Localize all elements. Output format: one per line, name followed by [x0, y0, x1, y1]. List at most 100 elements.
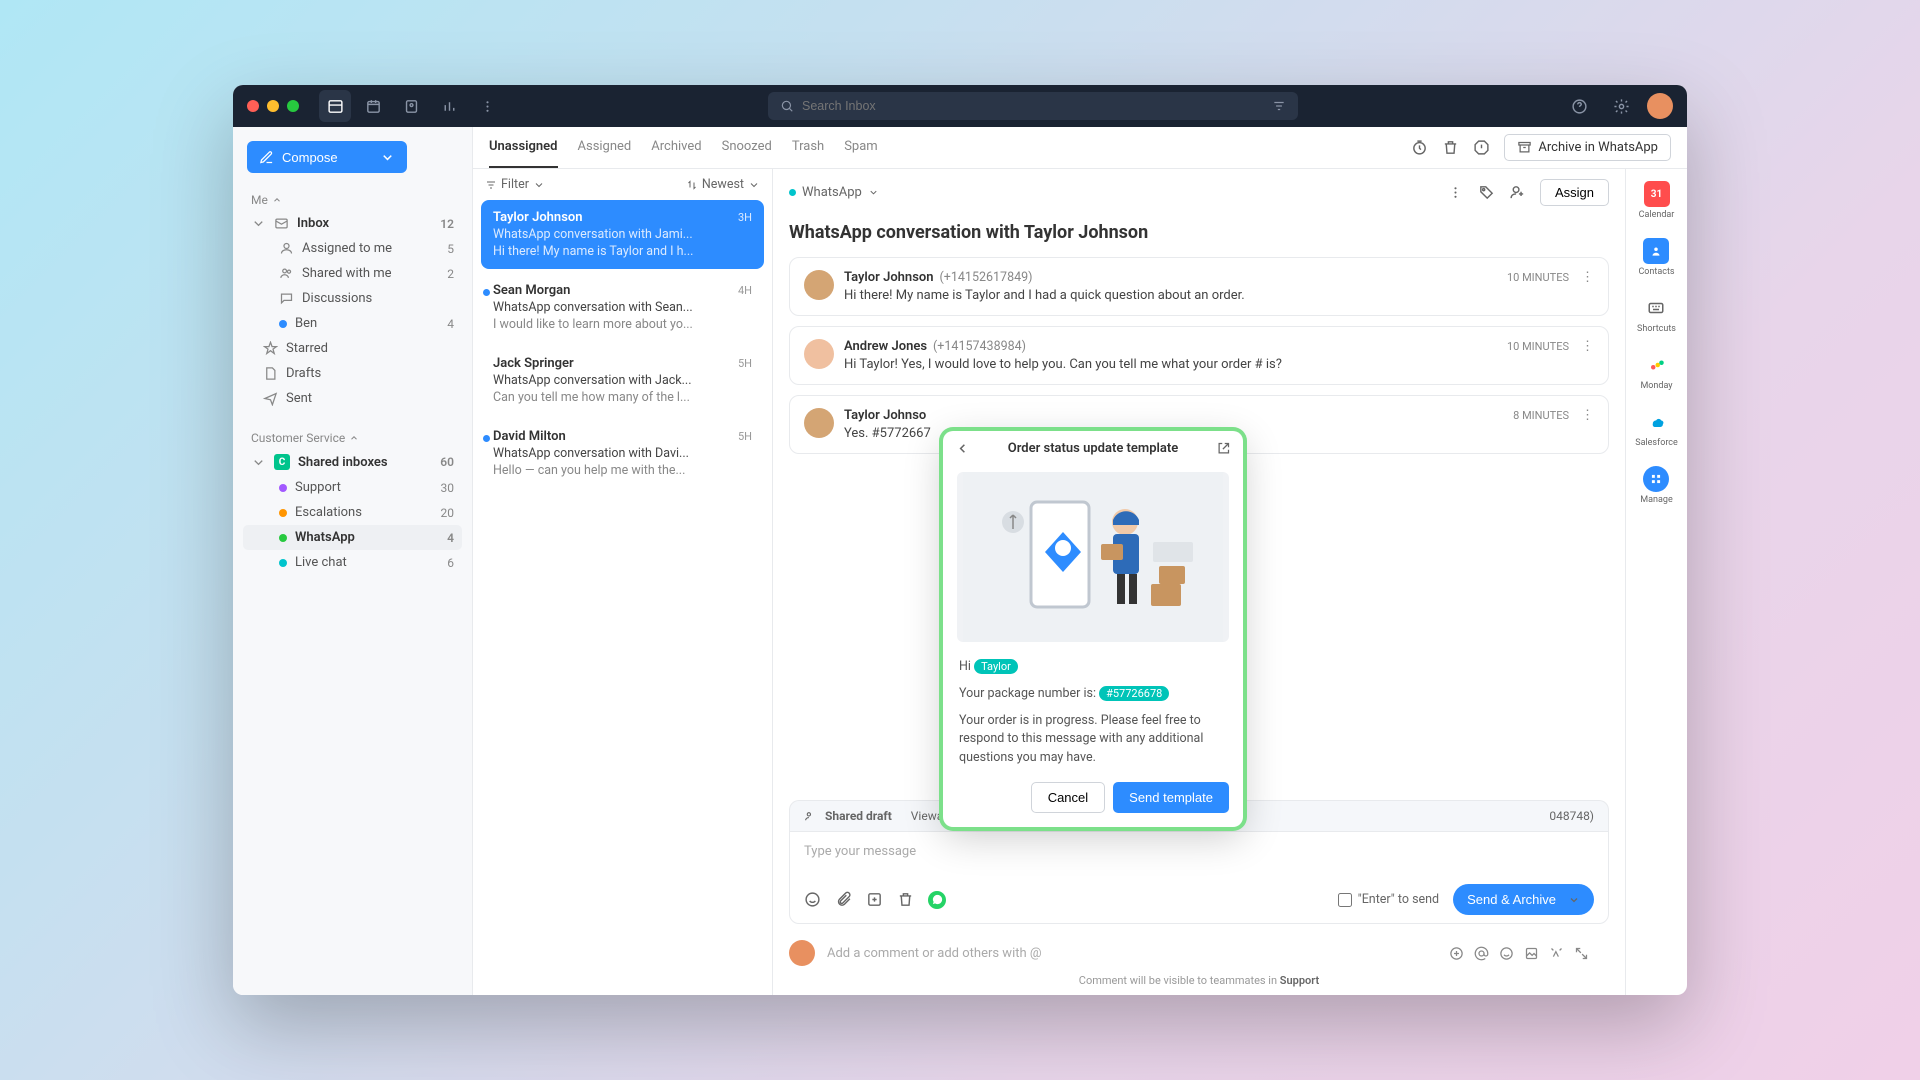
sidebar-discussions[interactable]: Discussions: [243, 286, 462, 311]
settings-icon[interactable]: [1605, 90, 1637, 122]
emoji-icon[interactable]: [1499, 946, 1514, 961]
tag-icon[interactable]: [1478, 184, 1495, 201]
spam-icon[interactable]: [1473, 139, 1490, 156]
delete-icon[interactable]: [897, 891, 914, 908]
conversation-title: WhatsApp conversation with Taylor Johnso…: [773, 216, 1625, 257]
msg-menu-icon[interactable]: ⋮: [1581, 339, 1594, 354]
rsb-monday[interactable]: Monday: [1640, 352, 1672, 391]
compose-icon: [259, 150, 274, 165]
sidebar-escalations[interactable]: Escalations20: [243, 500, 462, 525]
tab-archived[interactable]: Archived: [651, 127, 701, 168]
emoji-icon[interactable]: [804, 891, 821, 908]
me-section-header[interactable]: Me: [243, 189, 462, 211]
star-icon: [263, 341, 278, 356]
users-icon: [804, 810, 817, 823]
sidebar: Compose Me Inbox12 Assigned to me5 Share…: [233, 127, 473, 995]
send-archive-button[interactable]: Send & Archive: [1453, 884, 1594, 915]
comment-visibility-note: Comment will be visible to teammates in …: [773, 966, 1625, 995]
gif-icon[interactable]: [1549, 946, 1564, 961]
conv-item[interactable]: Taylor Johnson3H WhatsApp conversation w…: [481, 200, 764, 269]
cs-section-header[interactable]: Customer Service: [243, 427, 462, 449]
sidebar-starred[interactable]: Starred: [243, 336, 462, 361]
help-icon[interactable]: [1563, 90, 1595, 122]
chat-icon: [279, 291, 294, 306]
assign-button[interactable]: Assign: [1540, 179, 1609, 206]
more-icon[interactable]: [1447, 184, 1464, 201]
sidebar-inbox[interactable]: Inbox12: [243, 211, 462, 236]
tab-snoozed[interactable]: Snoozed: [722, 127, 772, 168]
delete-icon[interactable]: [1442, 139, 1459, 156]
conv-item[interactable]: Sean Morgan4H WhatsApp conversation with…: [481, 273, 764, 342]
comment-input[interactable]: Add a comment or add others with @: [827, 946, 1437, 961]
tab-trash[interactable]: Trash: [792, 127, 824, 168]
inbox-icon: [274, 216, 289, 231]
sidebar-shared-inboxes[interactable]: CShared inboxes60: [243, 449, 462, 475]
sidebar-drafts[interactable]: Drafts: [243, 361, 462, 386]
tab-unassigned[interactable]: Unassigned: [489, 127, 558, 168]
mention-icon[interactable]: [1474, 946, 1489, 961]
conv-item[interactable]: David Milton5H WhatsApp conversation wit…: [481, 419, 764, 488]
search-input[interactable]: [768, 92, 1298, 120]
contacts-nav-icon[interactable]: [395, 90, 427, 122]
enter-to-send[interactable]: "Enter" to send: [1338, 892, 1439, 907]
rsb-manage[interactable]: Manage: [1640, 466, 1672, 505]
message: Andrew Jones(+14157438984)10 MINUTES⋮Hi …: [789, 326, 1609, 385]
avatar: [804, 339, 834, 369]
back-icon[interactable]: [955, 441, 970, 456]
search-icon: [780, 99, 794, 113]
popup-title: Order status update template: [978, 441, 1208, 456]
msg-menu-icon[interactable]: ⋮: [1581, 408, 1594, 423]
send-template-button[interactable]: Send template: [1113, 782, 1229, 813]
rsb-salesforce[interactable]: Salesforce: [1635, 409, 1678, 448]
tab-spam[interactable]: Spam: [844, 127, 878, 168]
image-icon[interactable]: [1524, 946, 1539, 961]
template-popup: Order status update template: [943, 431, 1243, 827]
tabs: Unassigned Assigned Archived Snoozed Tra…: [473, 127, 1687, 169]
filter-dropdown[interactable]: Filter: [485, 177, 545, 192]
tab-assigned[interactable]: Assigned: [578, 127, 632, 168]
external-link-icon[interactable]: [1216, 441, 1231, 456]
rsb-shortcuts[interactable]: Shortcuts: [1637, 295, 1676, 334]
sidebar-livechat[interactable]: Live chat6: [243, 550, 462, 575]
expand-icon[interactable]: [1574, 946, 1589, 961]
plus-icon[interactable]: [1449, 946, 1464, 961]
rsb-calendar[interactable]: 31Calendar: [1639, 181, 1675, 220]
msg-menu-icon[interactable]: ⋮: [1581, 270, 1594, 285]
chevron-down-icon: [380, 150, 395, 165]
sidebar-assigned[interactable]: Assigned to me5: [243, 236, 462, 261]
more-icon[interactable]: [471, 90, 503, 122]
inbox-nav-icon[interactable]: [319, 90, 351, 122]
titlebar: [233, 85, 1687, 127]
sidebar-shared[interactable]: Shared with me2: [243, 261, 462, 286]
sidebar-whatsapp[interactable]: WhatsApp4: [243, 525, 462, 550]
avatar: [804, 270, 834, 300]
snooze-icon[interactable]: [1411, 139, 1428, 156]
archive-button[interactable]: Archive in WhatsApp: [1504, 134, 1671, 161]
whatsapp-icon[interactable]: [928, 891, 946, 909]
add-user-icon[interactable]: [1509, 184, 1526, 201]
user-avatar[interactable]: [1647, 93, 1673, 119]
conversation-detail: WhatsApp Assign WhatsApp conversation wi…: [773, 169, 1625, 995]
insert-icon[interactable]: [866, 891, 883, 908]
calendar-nav-icon[interactable]: [357, 90, 389, 122]
analytics-nav-icon[interactable]: [433, 90, 465, 122]
user-icon: [279, 241, 294, 256]
conversation-list: Filter Newest Taylor Johnson3H WhatsApp …: [473, 169, 773, 995]
sort-dropdown[interactable]: Newest: [686, 177, 760, 192]
sidebar-support[interactable]: Support30: [243, 475, 462, 500]
channel-filter[interactable]: WhatsApp: [789, 185, 879, 200]
filter-icon[interactable]: [1272, 99, 1286, 113]
window-controls[interactable]: [247, 100, 299, 112]
sent-icon: [263, 391, 278, 406]
sidebar-sent[interactable]: Sent: [243, 386, 462, 411]
cancel-button[interactable]: Cancel: [1031, 782, 1105, 813]
conv-item[interactable]: Jack Springer5H WhatsApp conversation wi…: [481, 346, 764, 415]
compose-input[interactable]: Type your message: [790, 832, 1608, 876]
message: Taylor Johnson(+14152617849)10 MINUTES⋮H…: [789, 257, 1609, 316]
draft-icon: [263, 366, 278, 381]
attach-icon[interactable]: [835, 891, 852, 908]
template-image: [957, 472, 1229, 642]
rsb-contacts[interactable]: Contacts: [1638, 238, 1674, 277]
sidebar-ben[interactable]: Ben4: [243, 311, 462, 336]
compose-button[interactable]: Compose: [247, 141, 407, 173]
